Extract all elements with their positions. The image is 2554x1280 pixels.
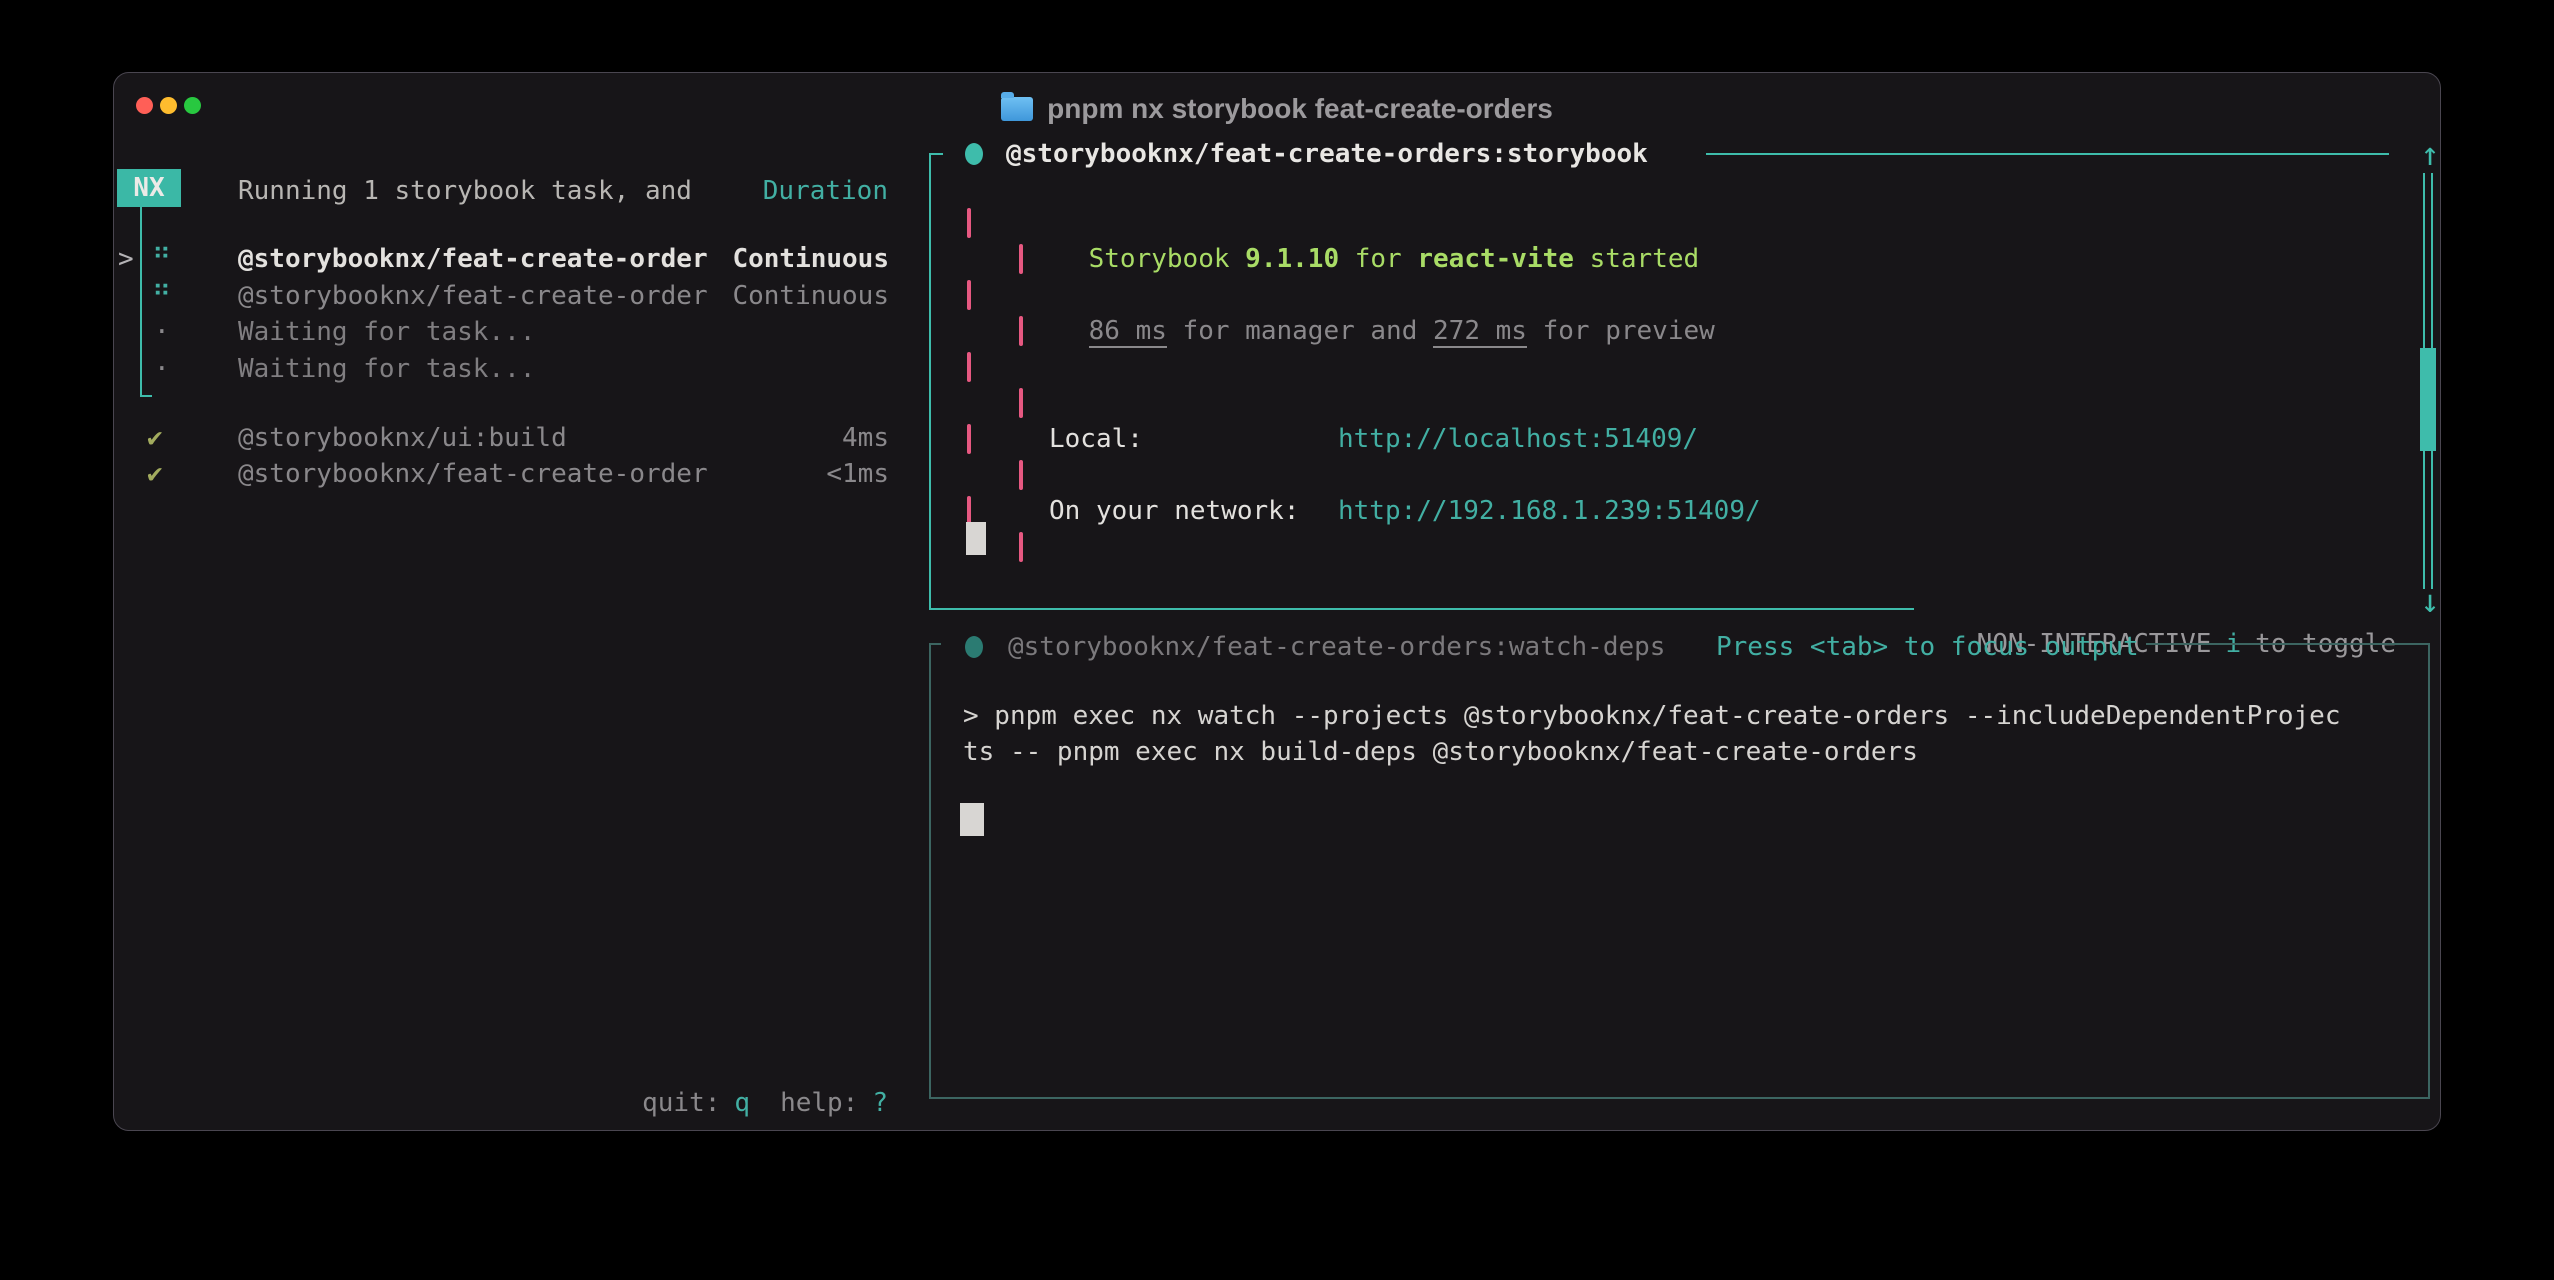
perf-mid: for manager and [1167,316,1433,346]
watch-pane-border-left [929,643,931,1099]
watch-pane-border-top [2146,643,2430,645]
task-bullet-icon [965,143,983,165]
task-status: Continuous [732,278,889,314]
output-bar [1019,244,1023,274]
keybind-footer: quit: q help:? [238,1085,888,1121]
storybook-pane-border-left [929,153,931,610]
focus-output-hint: Press <tab> to focus output [1716,629,2139,665]
perf-suffix: for preview [1527,316,1715,346]
local-label: Local: [1049,421,1143,457]
storybook-version: 9.1.10 [1245,244,1339,274]
output-bar [1019,532,1023,562]
task-bullet-icon [965,636,983,658]
task-name: @storybooknx/feat-create-order [238,241,708,277]
storybook-perf-line: 86 ms for manager and 272 ms for preview [1026,277,1715,385]
help-key: ? [872,1088,888,1118]
folder-icon [1001,97,1033,121]
spinner-icon: ⠛ [152,241,171,277]
storybook-pane-border-stub [929,153,943,155]
tasks-running-summary: Running 1 storybook task, and [238,173,692,209]
check-icon: ✔ [147,456,163,492]
task-status: Continuous [732,241,889,277]
task-row[interactable]: ⠛ @storybooknx/feat-create-order Continu… [114,278,889,314]
task-group-bracket-foot [140,395,152,397]
duration-column-header: Duration [763,173,888,209]
scroll-up-arrow-icon[interactable]: ↑ [2404,136,2456,172]
task-name: @storybooknx/feat-create-order [238,278,708,314]
scrollbar-thumb[interactable] [2420,348,2436,451]
window-title: pnpm nx storybook feat-create-orders [1047,93,1553,125]
spinner-icon: ⠛ [152,278,171,314]
watch-pane-border-right [2428,643,2430,1099]
titlebar: pnpm nx storybook feat-create-orders [114,87,2440,131]
watch-command-line2: ts -- pnpm exec nx build-deps @storybook… [963,734,1918,770]
output-bar [1019,460,1023,490]
watch-pane-border-bottom [929,1097,2430,1099]
task-duration: 4ms [842,420,889,456]
task-row[interactable]: > ⠛ @storybooknx/feat-create-order Conti… [114,241,889,277]
scroll-down-arrow-icon[interactable]: ↓ [2404,583,2456,619]
task-name: @storybooknx/feat-create-order [238,456,708,492]
task-row[interactable]: · Waiting for task... [114,314,889,350]
pending-dot-icon: · [154,314,170,350]
task-duration: <1ms [826,456,889,492]
check-icon: ✔ [147,420,163,456]
task-row-done[interactable]: ✔ @storybooknx/ui:build 4ms [114,420,889,456]
preview-time: 272 ms [1433,316,1527,348]
output-bar [967,352,971,382]
output-bar [967,424,971,454]
started-suffix: started [1574,244,1699,274]
manager-time: 86 ms [1089,316,1167,348]
output-bar [1019,316,1023,346]
output-bar [967,280,971,310]
task-name: Waiting for task... [238,314,535,350]
pending-dot-icon: · [154,351,170,387]
task-row[interactable]: · Waiting for task... [114,351,889,387]
output-bar [1019,388,1023,418]
storybook-builder: react-vite [1417,244,1574,274]
task-list-header: Running 1 storybook task, and Duration [238,173,888,209]
storybook-pane-border-top [1706,153,2389,155]
quit-label: quit: [642,1088,720,1118]
task-row-done[interactable]: ✔ @storybooknx/feat-create-order <1ms [114,456,889,492]
output-bar [967,208,971,238]
help-label: help: [780,1088,858,1118]
selection-cursor: > [118,241,134,277]
started-mid: for [1339,244,1417,274]
nx-badge: NX [117,169,181,207]
terminal-window: pnpm nx storybook feat-create-orders NX … [113,72,2441,1131]
task-name: @storybooknx/ui:build [238,420,567,456]
task-name: Waiting for task... [238,351,535,387]
network-url-link[interactable]: http://192.168.1.239:51409/ [1338,493,1761,529]
watch-command-line1: > pnpm exec nx watch --projects @storybo… [963,698,2341,734]
terminal-cursor [966,522,986,555]
watch-pane-title: @storybooknx/feat-create-orders:watch-de… [1008,629,1665,665]
network-label: On your network: [1049,493,1299,529]
terminal-cursor [960,803,984,836]
started-prefix: Storybook [1089,244,1246,274]
quit-key: q [734,1088,750,1118]
storybook-pane-title: @storybooknx/feat-create-orders:storyboo… [1006,136,1648,172]
storybook-pane-border-bottom [929,608,1925,610]
local-url-link[interactable]: http://localhost:51409/ [1338,421,1698,457]
